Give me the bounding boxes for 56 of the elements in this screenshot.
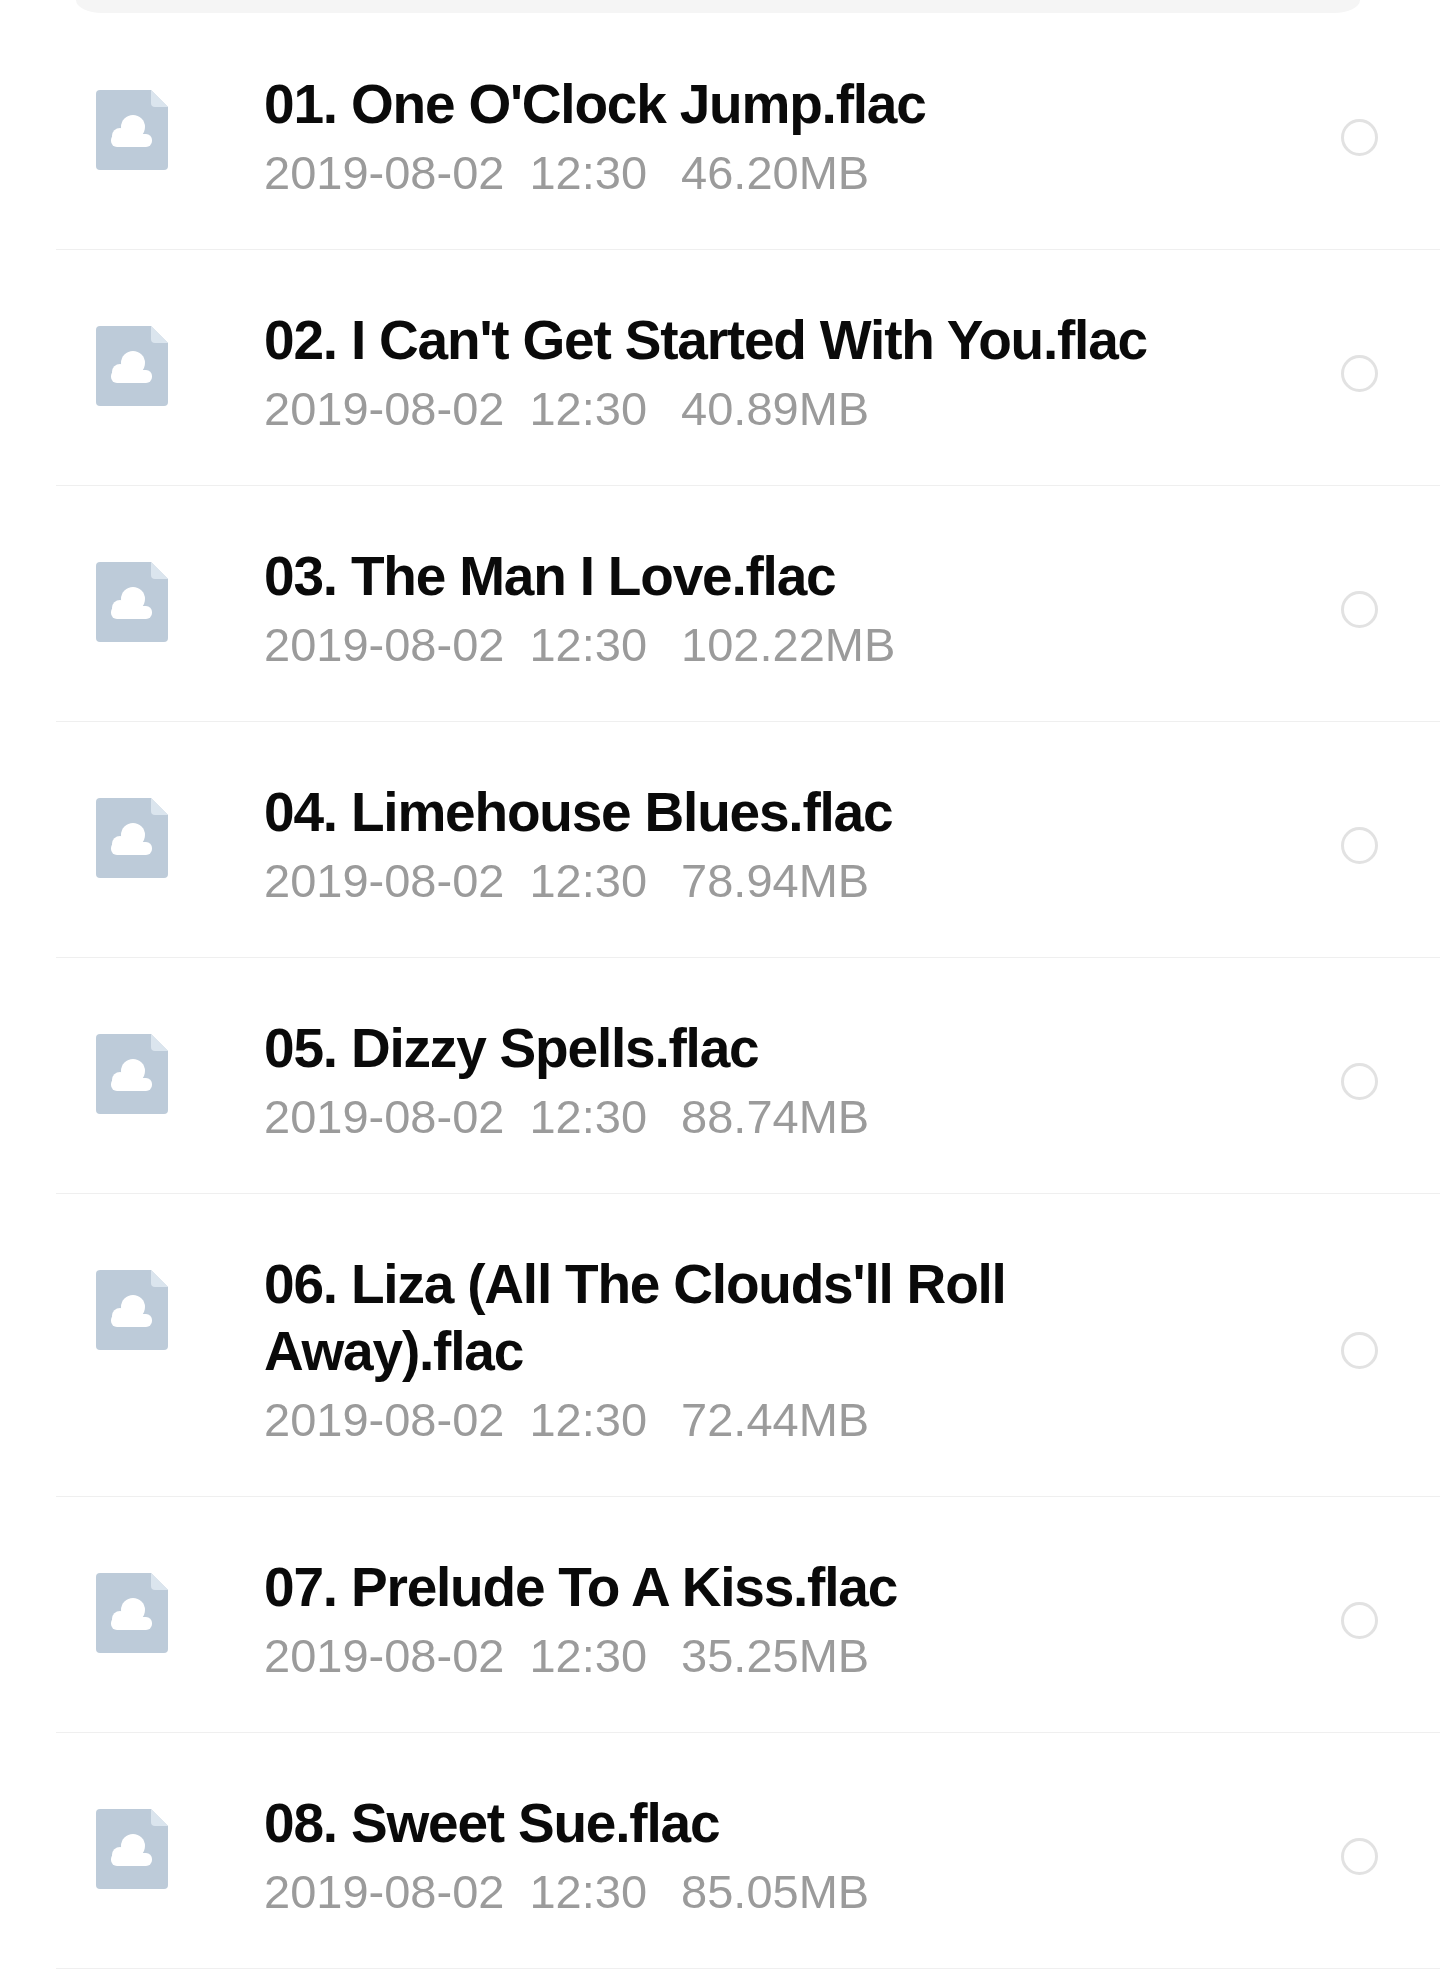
file-size: 72.44MB: [681, 1392, 870, 1448]
file-size: 78.94MB: [681, 853, 870, 909]
file-list-item[interactable]: 07. Prelude To A Kiss.flac 2019-08-02 12:30 35.25MB: [56, 1497, 1440, 1733]
file-size: 35.25MB: [681, 1628, 870, 1684]
file-list-item[interactable]: 03. The Man I Love.flac 2019-08-02 12:30 102.22MB: [56, 486, 1440, 722]
file-list-item[interactable]: 06. Liza (All The Clouds'll Roll Away).flac 2019-08-02 12:30 72.44MB: [56, 1194, 1440, 1497]
file-name: 07. Prelude To A Kiss.flac: [264, 1555, 899, 1620]
file-list-item[interactable]: 04. Limehouse Blues.flac 2019-08-02 12:30 78.94MB: [56, 722, 1440, 958]
file-time: 12:30: [529, 145, 648, 201]
file-list-item[interactable]: 08. Sweet Sue.flac 2019-08-02 12:30 85.05MB: [56, 1733, 1440, 1969]
file-date: 2019-08-02: [264, 1392, 505, 1448]
cloud-file-icon: [96, 90, 168, 170]
select-radio[interactable]: [1341, 590, 1378, 628]
file-name: 02. I Can't Get Started With You.flac: [264, 308, 1148, 373]
cloud-file-icon: [96, 562, 168, 642]
select-radio[interactable]: [1341, 354, 1378, 392]
file-name: 04. Limehouse Blues.flac: [264, 780, 894, 845]
file-name: 05. Dizzy Spells.flac: [264, 1016, 760, 1081]
file-time: 12:30: [529, 1864, 648, 1920]
file-date: 2019-08-02: [264, 617, 505, 673]
file-time: 12:30: [529, 853, 648, 909]
file-size: 85.05MB: [681, 1864, 870, 1920]
cloud-file-icon: [96, 798, 168, 878]
select-radio[interactable]: [1341, 118, 1378, 156]
file-name: 01. One O'Clock Jump.flac: [264, 72, 927, 137]
file-list-item[interactable]: 01. One O'Clock Jump.flac 2019-08-02 12:30 46.20MB: [56, 14, 1440, 250]
select-radio[interactable]: [1341, 1062, 1378, 1100]
file-time: 12:30: [529, 381, 648, 437]
file-size: 46.20MB: [681, 145, 870, 201]
file-date: 2019-08-02: [264, 853, 505, 909]
file-list-item[interactable]: 02. I Can't Get Started With You.flac 2019-08-02 12:30 40.89MB: [56, 250, 1440, 486]
file-time: 12:30: [529, 1392, 648, 1448]
file-time: 12:30: [529, 1089, 648, 1145]
cloud-file-icon: [96, 1573, 168, 1653]
select-radio[interactable]: [1341, 826, 1378, 864]
file-date: 2019-08-02: [264, 1864, 505, 1920]
file-name: 06. Liza (All The Clouds'll Roll Away).flac: [264, 1252, 1007, 1384]
file-date: 2019-08-02: [264, 1089, 505, 1145]
file-name: 08. Sweet Sue.flac: [264, 1791, 721, 1856]
cloud-file-icon: [96, 1270, 168, 1350]
file-name: 03. The Man I Love.flac: [264, 544, 837, 609]
file-date: 2019-08-02: [264, 381, 505, 437]
cloud-file-icon: [96, 1809, 168, 1889]
file-list-item[interactable]: 05. Dizzy Spells.flac 2019-08-02 12:30 88.74MB: [56, 958, 1440, 1194]
file-date: 2019-08-02: [264, 145, 505, 201]
cloud-file-icon: [96, 326, 168, 406]
file-size: 88.74MB: [681, 1089, 870, 1145]
select-radio[interactable]: [1341, 1837, 1378, 1875]
select-radio[interactable]: [1341, 1601, 1378, 1639]
file-size: 102.22MB: [681, 617, 896, 673]
file-date: 2019-08-02: [264, 1628, 505, 1684]
file-size: 40.89MB: [681, 381, 870, 437]
file-time: 12:30: [529, 1628, 648, 1684]
select-radio[interactable]: [1341, 1332, 1378, 1369]
file-time: 12:30: [529, 617, 648, 673]
cloud-file-icon: [96, 1034, 168, 1114]
